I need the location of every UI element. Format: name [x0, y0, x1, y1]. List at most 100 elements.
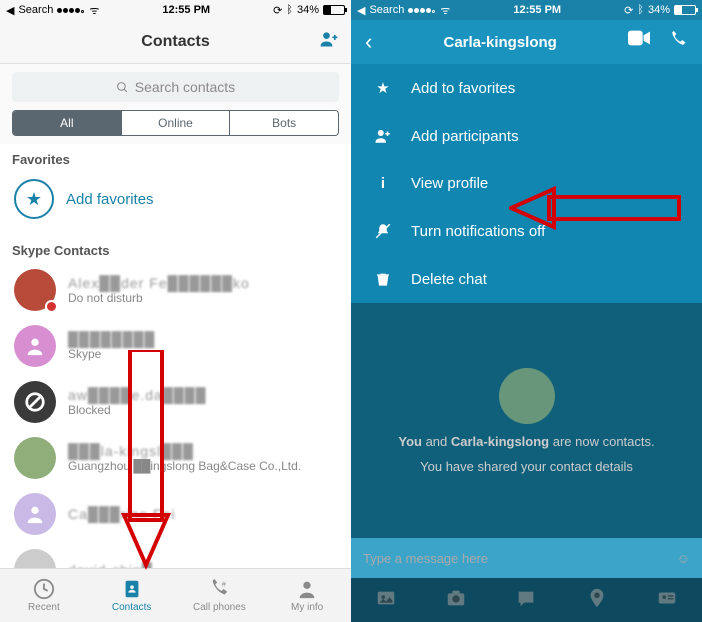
dialpad-icon: # [208, 578, 230, 600]
tab-label: My info [291, 602, 323, 613]
menu-delete-chat[interactable]: Delete chat [351, 255, 702, 303]
search-label[interactable]: Search [18, 4, 53, 16]
clock-icon [33, 578, 55, 600]
signal-dots [408, 4, 436, 16]
wifi-icon: ᯤ [440, 3, 450, 18]
info-icon: i [373, 175, 393, 192]
tab-contacts[interactable]: Contacts [88, 569, 176, 622]
rotation-lock-icon: ⟳ [273, 4, 282, 17]
chat-area: You and Carla-kingslong are now contacts… [351, 303, 702, 538]
tab-call-phones[interactable]: # Call phones [176, 569, 264, 622]
attachment-bar [351, 578, 702, 622]
star-icon: ★ [373, 79, 393, 97]
contact-status: Skype [68, 347, 155, 361]
message-input[interactable]: Type a message here ☺ [351, 538, 702, 578]
contact-name: Ca███rine Fei [68, 506, 175, 522]
contact-status: Blocked [68, 403, 207, 417]
camera-button[interactable] [445, 587, 467, 614]
add-person-icon [373, 127, 393, 145]
system-message: You and Carla-kingslong are now contacts… [398, 434, 654, 449]
contact-row[interactable]: david-chin█ [0, 542, 351, 568]
battery-pct: 34% [297, 4, 319, 16]
menu-label: Add to favorites [411, 80, 515, 97]
menu-add-favorites[interactable]: ★ Add to favorites [351, 64, 702, 112]
contact-row[interactable]: Alex██der Fe██████koDo not disturb [0, 262, 351, 318]
dnd-badge-icon [45, 300, 58, 313]
segment-online[interactable]: Online [122, 111, 231, 135]
emoji-button[interactable]: ☺ [677, 551, 690, 566]
clock: 12:55 PM [513, 4, 561, 16]
nav-bar: Contacts [0, 20, 351, 64]
tab-my-info[interactable]: My info [263, 569, 351, 622]
audio-call-button[interactable] [668, 30, 688, 55]
add-favorites-label: Add favorites [66, 191, 154, 208]
contact-row[interactable]: Ca███rine Fei [0, 486, 351, 542]
avatar [14, 269, 56, 311]
contact-avatar [499, 368, 555, 424]
signal-dots [57, 4, 85, 16]
battery-pct: 34% [648, 4, 670, 16]
tab-label: Call phones [193, 602, 246, 613]
tab-label: Recent [28, 602, 60, 613]
contact-title: Carla-kingslong [443, 34, 556, 51]
tab-bar: Recent Contacts # Call phones My info [0, 568, 351, 622]
menu-label: View profile [411, 175, 488, 192]
location-button[interactable] [586, 587, 608, 614]
add-contact-button[interactable] [319, 29, 339, 54]
nav-bar: ‹ Carla-kingslong [351, 20, 702, 64]
battery-icon [323, 5, 345, 15]
avatar [14, 381, 56, 423]
page-title: Contacts [141, 33, 209, 51]
star-icon: ★ [14, 179, 54, 219]
contact-name: aw████e.da████ [68, 387, 207, 403]
contact-row[interactable]: ███la-kingsl███Guangzhou ██ingslong Bag&… [0, 430, 351, 486]
avatar [14, 493, 56, 535]
avatar [14, 549, 56, 568]
bluetooth-icon: ᛒ [286, 4, 293, 16]
clock: 12:55 PM [162, 4, 210, 16]
contact-card-button[interactable] [656, 587, 678, 614]
avatar [14, 325, 56, 367]
contact-row[interactable]: ████████Skype [0, 318, 351, 374]
segment-all[interactable]: All [13, 111, 122, 135]
menu-label: Delete chat [411, 271, 487, 288]
menu-turn-notifications-off[interactable]: Turn notifications off [351, 207, 702, 255]
tab-recent[interactable]: Recent [0, 569, 88, 622]
back-to-search[interactable]: ◀ [357, 4, 365, 17]
system-message: You have shared your contact details [420, 459, 633, 474]
menu-label: Add participants [411, 128, 519, 145]
status-bar: ◀ Search ᯤ 12:55 PM ⟳ ᛒ 34% [351, 0, 702, 20]
contact-name: david-chin█ [68, 562, 153, 568]
contacts-list[interactable]: Favorites ★ Add favorites Skype Contacts… [0, 144, 351, 568]
contact-row[interactable]: aw████e.da████Blocked [0, 374, 351, 430]
gallery-button[interactable] [375, 587, 397, 614]
menu-view-profile[interactable]: i View profile [351, 160, 702, 207]
back-button[interactable]: ‹ [365, 29, 372, 55]
bluetooth-icon: ᛒ [637, 4, 644, 16]
search-input[interactable]: Search contacts [12, 72, 339, 102]
input-placeholder: Type a message here [363, 551, 488, 566]
contacts-screen: ◀ Search ᯤ 12:55 PM ⟳ ᛒ 34% Contacts Sea… [0, 0, 351, 622]
back-to-search[interactable]: ◀ [6, 4, 14, 17]
bell-off-icon [373, 222, 393, 240]
menu-label: Turn notifications off [411, 223, 545, 240]
tab-label: Contacts [112, 602, 151, 613]
action-menu: ★ Add to favorites Add participants i View… [351, 64, 702, 303]
trash-icon [373, 270, 393, 288]
address-book-icon [121, 578, 143, 600]
favorites-header: Favorites [0, 144, 351, 171]
video-message-button[interactable] [515, 587, 537, 614]
menu-add-participants[interactable]: Add participants [351, 112, 702, 160]
filter-segmented-control: All Online Bots [12, 110, 339, 136]
blocked-icon [24, 391, 46, 413]
wifi-icon: ᯤ [89, 3, 99, 18]
contact-name: ████████ [68, 331, 155, 347]
svg-text:#: # [222, 579, 227, 588]
contact-name: Alex██der Fe██████ko [68, 275, 250, 291]
segment-bots[interactable]: Bots [230, 111, 338, 135]
video-call-button[interactable] [628, 30, 650, 55]
add-favorites-row[interactable]: ★ Add favorites [0, 171, 351, 235]
chat-menu-screen: ◀ Search ᯤ 12:55 PM ⟳ ᛒ 34% ‹ Carla-king… [351, 0, 702, 622]
skype-contacts-header: Skype Contacts [0, 235, 351, 262]
search-label[interactable]: Search [369, 4, 404, 16]
